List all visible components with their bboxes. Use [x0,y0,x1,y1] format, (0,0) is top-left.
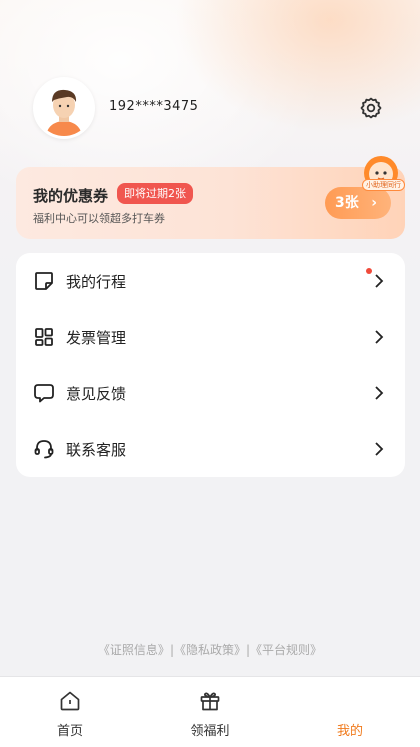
gear-icon[interactable] [359,96,383,120]
tab-mine[interactable]: 我的 [280,677,420,747]
grid-icon [33,326,55,348]
chevron-right-icon [373,384,385,402]
coupon-card[interactable]: 我的优惠券 即将过期2张 福利中心可以领超多打车券 3张 › 小助理同行 [16,156,405,239]
coupon-subtitle: 福利中心可以领超多打车券 [33,212,165,225]
expiring-badge: 即将过期2张 [117,183,193,204]
home-icon [58,689,82,713]
profile-section: 192****3475 [33,77,393,139]
chevron-right-icon [373,440,385,458]
menu-item-label: 我的行程 [66,273,127,291]
menu-item-support[interactable]: 联系客服 [16,421,405,477]
headset-icon [33,438,55,460]
chat-bubble-icon [33,382,55,404]
mascot-tag: 小助理同行 [362,179,405,191]
menu-item-label: 意见反馈 [66,385,127,403]
chevron-right-icon [373,328,385,346]
tab-label: 我的 [336,724,363,739]
coupon-title: 我的优惠券 [33,187,109,205]
menu-item-label: 联系客服 [66,441,127,459]
footer-links: 《证照信息》|《隐私政策》|《平台规则》 [0,641,420,658]
menu-item-invoices[interactable]: 发票管理 [16,309,405,365]
chevron-right-icon [373,272,385,290]
mascot-icon[interactable]: 小助理同行 [359,153,405,203]
bottom-tab-bar: 首页 领福利 我的 [0,677,420,747]
note-icon [33,270,55,292]
gift-icon [198,689,222,713]
tab-benefits[interactable]: 领福利 [140,677,280,747]
privacy-policy-link[interactable]: 《隐私政策》 [174,641,246,658]
menu-list: 我的行程 发票管理 意见反馈 联系客服 [16,253,405,477]
notification-dot [366,268,372,274]
license-info-link[interactable]: 《证照信息》 [98,641,170,658]
user-avatar-icon[interactable] [33,77,95,139]
tab-label: 领福利 [190,724,230,739]
coupon-count: 3张 [335,195,359,211]
platform-rules-link[interactable]: 《平台规则》 [250,641,322,658]
phone-number: 192****3475 [109,99,199,114]
menu-item-trips[interactable]: 我的行程 [16,253,405,309]
menu-item-feedback[interactable]: 意见反馈 [16,365,405,421]
menu-item-label: 发票管理 [66,329,127,347]
tab-home[interactable]: 首页 [0,677,140,747]
tab-label: 首页 [56,724,83,739]
